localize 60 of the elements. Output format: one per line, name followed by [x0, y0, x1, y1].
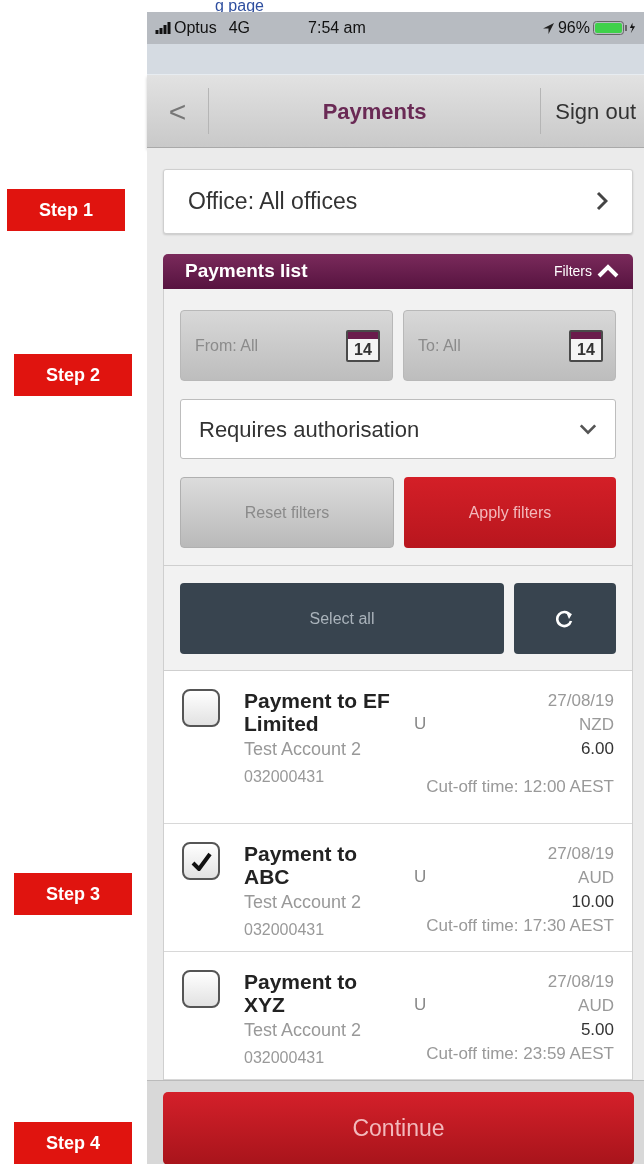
office-selector[interactable]: Office: All offices: [163, 169, 633, 234]
account-number: 032000431: [244, 767, 326, 787]
cutoff-time: Cut-off time: 12:00 AEST: [426, 776, 614, 798]
payment-row[interactable]: Payment to XYZ U Test Account 2 032000431 27/08/19 AUD 5.00 Cut-off time: 23:59 AEST: [164, 952, 632, 1080]
currency-code: AUD: [578, 995, 614, 1017]
step-label: Step 3: [14, 873, 132, 915]
account-name: Test Account 2: [244, 738, 363, 761]
payment-flag-label: U: [414, 713, 427, 735]
checkbox[interactable]: [182, 842, 220, 880]
date-field[interactable]: From: All 14: [180, 310, 393, 381]
currency-code: NZD: [579, 714, 614, 736]
refresh-icon: [556, 609, 574, 628]
battery-icon: [593, 21, 627, 35]
payment-name: Payment to EF Limited: [244, 689, 391, 735]
status-dropdown[interactable]: Requires authorisation: [180, 399, 616, 459]
account-number: 032000431: [244, 920, 326, 940]
payment-date: 27/08/19: [547, 843, 614, 865]
payment-date: 27/08/19: [547, 690, 614, 712]
calendar-icon: 14: [346, 329, 380, 362]
payment-date: 27/08/19: [547, 971, 614, 993]
chevron-right-icon: [596, 191, 608, 212]
account-name: Test Account 2: [244, 1019, 363, 1042]
check-icon: [190, 851, 212, 871]
cutoff-time: Cut-off time: 23:59 AEST: [426, 1043, 614, 1065]
continue-button[interactable]: Continue: [163, 1092, 634, 1164]
select-all-button[interactable]: Select all: [180, 583, 504, 654]
payment-name: Payment to XYZ: [244, 970, 359, 1016]
payment-row[interactable]: Payment to EF Limited U Test Account 2 032000431 27/08/19 NZD 6.00 Cut-off time: 12:00 AEST: [164, 671, 632, 824]
chevron-up-icon: [597, 263, 619, 279]
payment-row[interactable]: Payment to ABC U Test Account 2 032000431 27/08/19 AUD 10.00 Cut-off time: 17:30 AEST: [164, 824, 632, 952]
filters-toggle[interactable]: Filters: [553, 260, 619, 282]
charging-icon: [629, 22, 636, 34]
signal-icon: [155, 22, 171, 34]
step-label: Step 2: [14, 354, 132, 396]
payment-flag-label: U: [414, 866, 427, 888]
checkbox[interactable]: [182, 689, 220, 727]
checkbox[interactable]: [182, 970, 220, 1008]
payment-name: Payment to ABC: [244, 842, 359, 888]
location-icon: [542, 22, 554, 34]
network-text: 4G: [228, 18, 251, 38]
step-label: Step 1: [7, 189, 125, 231]
time-text: 7:54 am: [308, 18, 366, 38]
step-label: Step 4: [14, 1122, 132, 1164]
sign-out-link[interactable]: Sign out: [540, 88, 644, 134]
account-name: Test Account 2: [244, 891, 363, 914]
apply-filters-button[interactable]: Apply filters: [404, 477, 616, 548]
account-number: 032000431: [244, 1048, 326, 1068]
payment-amount: 5.00: [580, 1019, 614, 1041]
date-field[interactable]: To: All 14: [403, 310, 616, 381]
panel-title: Payments list: [185, 259, 308, 284]
page-title: Payments: [321, 97, 428, 126]
battery-percent: 96%: [557, 18, 590, 38]
payment-amount: 10.00: [571, 891, 614, 913]
calendar-icon: 14: [569, 329, 603, 362]
currency-code: AUD: [578, 867, 614, 889]
payment-amount: 6.00: [580, 738, 614, 760]
chevron-down-icon: [579, 423, 597, 435]
payment-flag-label: U: [414, 994, 427, 1016]
cutoff-time: Cut-off time: 17:30 AEST: [426, 915, 614, 937]
carrier-text: Optus: [174, 18, 217, 38]
